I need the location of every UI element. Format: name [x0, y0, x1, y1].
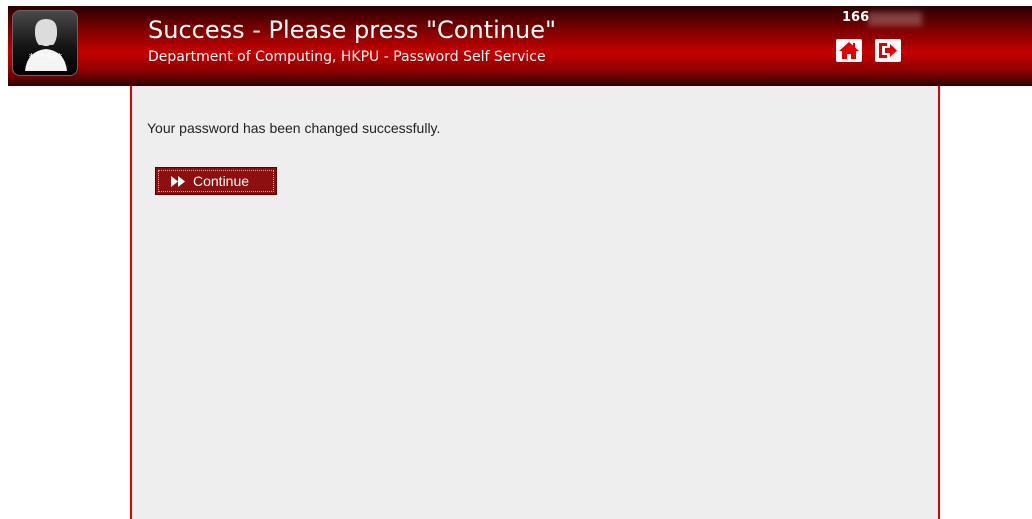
- home-icon: [839, 42, 859, 59]
- user-silhouette-icon: [25, 19, 67, 71]
- logo-stars: ******: [28, 51, 63, 64]
- page-title: Success - Please press "Continue": [148, 16, 557, 44]
- logout-button[interactable]: [875, 39, 901, 62]
- sign-out-icon: [879, 43, 897, 58]
- home-button[interactable]: [836, 39, 862, 62]
- content-panel: Your password has been changed successfu…: [130, 86, 940, 519]
- header-bar: ****** Success - Please press "Continue"…: [8, 6, 1032, 86]
- continue-label: Continue: [193, 173, 250, 189]
- app-logo: ******: [12, 10, 78, 76]
- user-id: 166: [842, 10, 870, 25]
- continue-button[interactable]: Continue: [155, 167, 277, 195]
- success-message: Your password has been changed successfu…: [147, 120, 441, 136]
- page-subtitle: Department of Computing, HKPU - Password…: [148, 49, 546, 65]
- continue-button-inner: Continue: [158, 170, 274, 192]
- user-id-redaction: [868, 12, 922, 26]
- fast-forward-icon: [171, 176, 185, 187]
